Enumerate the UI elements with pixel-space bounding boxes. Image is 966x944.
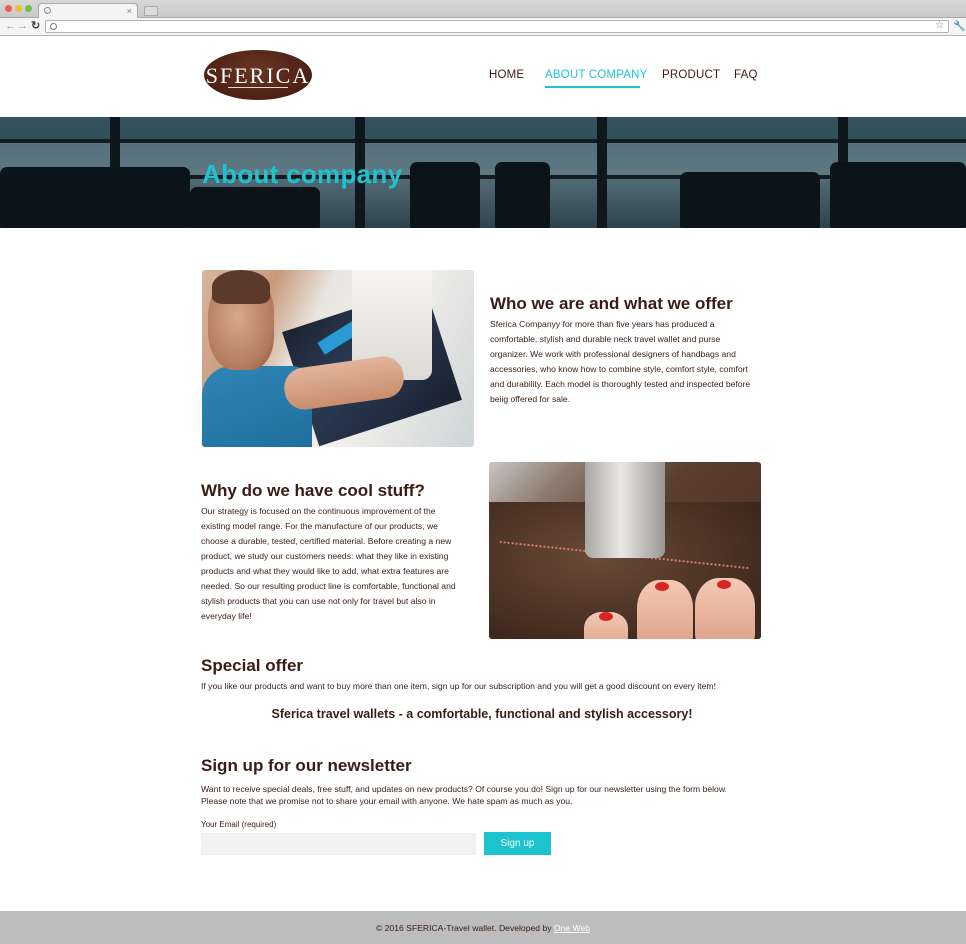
hero-seat-row: [190, 187, 320, 228]
tailor-sewing-photo: [202, 270, 474, 447]
page-favicon-icon: [44, 7, 51, 14]
hero-seat-row: [0, 167, 190, 228]
tagline: Sferica travel wallets - a comfortable, …: [271, 707, 693, 721]
browser-tab-bar: ×: [0, 0, 966, 18]
logo-swash: [228, 87, 288, 88]
nav-item-home[interactable]: HOME: [489, 69, 524, 81]
tab-close-icon[interactable]: ×: [127, 4, 132, 18]
sferica-logo[interactable]: SFERICA: [202, 49, 314, 101]
maximize-window-button[interactable]: [25, 5, 32, 12]
hero-banner: About company: [0, 117, 966, 228]
copyright-text: © 2016 SFERICA-Travel wallet. Developed …: [375, 923, 552, 933]
who-heading: Who we are and what we offer: [490, 294, 733, 313]
email-field[interactable]: [201, 833, 476, 855]
bookmark-star-icon[interactable]: ☆: [935, 19, 944, 33]
hero-window-post: [597, 117, 607, 228]
new-tab-button[interactable]: [144, 6, 158, 16]
reload-icon[interactable]: ↻: [31, 19, 40, 34]
page-info-icon[interactable]: [50, 23, 57, 30]
logo-text: SFERICA: [205, 63, 311, 88]
photo-fingernail: [599, 612, 613, 621]
back-arrow-icon[interactable]: ←: [5, 19, 16, 34]
minimize-window-button[interactable]: [15, 5, 22, 12]
footer-line: © 2016 SFERICA-Travel wallet. Developed …: [0, 923, 966, 933]
nav-item-faq[interactable]: FAQ: [734, 69, 758, 81]
newsletter-text: Want to receive special deals, free stuf…: [201, 784, 727, 806]
newsletter-heading: Sign up for our newsletter: [201, 756, 412, 775]
hero-seat-row: [680, 172, 820, 228]
hero-seat-row: [830, 162, 966, 228]
why-text: Our strategy is focused on the continuou…: [201, 506, 456, 621]
page-title: About company: [202, 159, 403, 189]
signup-button[interactable]: Sign up: [484, 832, 551, 855]
site-header: SFERICA HOME ABOUT COMPANY PRODUCT FAQ: [0, 36, 966, 117]
photo-hair: [212, 270, 270, 304]
photo-fingernail: [717, 580, 731, 589]
forward-arrow-icon[interactable]: →: [17, 19, 28, 34]
wrench-menu-icon[interactable]: 🔧: [953, 19, 965, 34]
photo-fingernail: [655, 582, 669, 591]
hero-chair: [410, 162, 480, 228]
special-offer-heading: Special offer: [201, 656, 304, 675]
active-nav-underline: [545, 86, 640, 88]
nav-item-about-company[interactable]: ABOUT COMPANY: [545, 69, 648, 81]
browser-toolbar: ← → ↻ ☆ 🔧: [0, 18, 966, 36]
photo-presser-foot: [585, 462, 665, 558]
browser-tab[interactable]: ×: [38, 3, 138, 18]
hero-chair: [495, 162, 550, 228]
who-text: Sferica Companyy for more than five year…: [490, 319, 751, 404]
why-heading: Why do we have cool stuff?: [201, 481, 425, 500]
nav-item-product[interactable]: PRODUCT: [662, 69, 720, 81]
site-footer: © 2016 SFERICA-Travel wallet. Developed …: [0, 911, 966, 944]
address-bar[interactable]: ☆: [45, 20, 949, 33]
hero-window-beam: [0, 139, 966, 143]
special-offer-text: If you like our products and want to buy…: [201, 681, 716, 691]
developer-link[interactable]: One Web: [554, 923, 590, 933]
close-window-button[interactable]: [5, 5, 12, 12]
email-label: Your Email (required): [201, 820, 277, 829]
leather-stitching-photo: [489, 462, 761, 639]
